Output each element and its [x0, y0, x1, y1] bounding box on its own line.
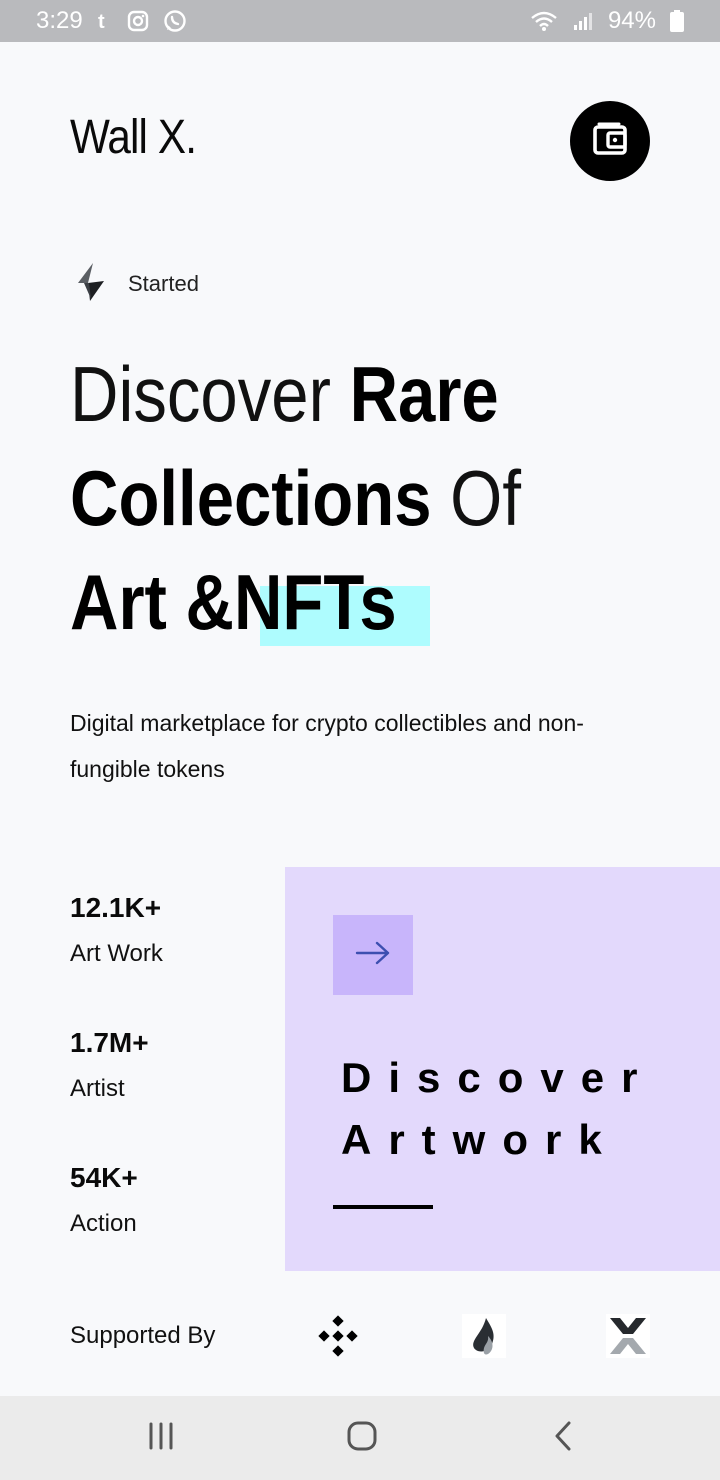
whatsapp-icon — [163, 9, 187, 33]
discover-title-line-1: Discover — [341, 1054, 655, 1101]
stat-artwork: 12.1K+ Art Work — [70, 890, 163, 972]
discover-title-line-2: Artwork — [341, 1116, 619, 1163]
status-time: 3:29 — [36, 7, 83, 34]
binance-icon[interactable] — [316, 1314, 360, 1358]
tumblr-icon: t — [97, 10, 113, 32]
x-exchange-icon[interactable] — [606, 1314, 650, 1358]
home-button[interactable] — [340, 1416, 384, 1460]
status-right: 94% — [530, 7, 684, 35]
stat-label: Artist — [70, 1075, 125, 1102]
recent-apps-button[interactable] — [139, 1416, 183, 1460]
back-button[interactable] — [542, 1416, 586, 1460]
wifi-icon — [530, 10, 558, 32]
started-label: Started — [128, 271, 199, 296]
logo: Wall X. — [70, 111, 197, 164]
discover-artwork-card[interactable]: Discover Artwork — [285, 867, 720, 1271]
stat-label: Action — [70, 1210, 137, 1237]
hero-description: Digital marketplace for crypto collectib… — [70, 710, 584, 782]
headline-line-2: Collections Of — [70, 446, 586, 550]
headline: Discover Rare Collections Of Art &NFTs — [70, 342, 586, 654]
discover-underline — [333, 1205, 433, 1209]
supported-by-label: Supported By — [70, 1322, 216, 1349]
battery-percent: 94% — [607, 7, 656, 34]
status-left: 3:29 t — [36, 7, 187, 35]
battery-icon — [670, 10, 684, 32]
recent-apps-icon — [146, 1421, 176, 1455]
home-icon — [346, 1420, 378, 1456]
system-nav-bar — [0, 1396, 720, 1480]
stat-value: 1.7M+ — [70, 1027, 149, 1058]
discover-title: Discover Artwork — [341, 1047, 654, 1171]
headline-word-discover: Discover — [70, 350, 350, 438]
stat-label: Art Work — [70, 940, 163, 967]
signal-icon — [572, 10, 594, 32]
back-icon — [549, 1420, 579, 1456]
headline-line-3: Art &NFTs — [70, 550, 586, 654]
headline-word-rare: Rare — [349, 350, 499, 438]
status-bar: 3:29 t 94% — [0, 0, 720, 42]
instagram-icon — [127, 10, 149, 32]
stat-value: 12.1K+ — [70, 892, 162, 923]
stat-action: 54K+ Action — [70, 1160, 138, 1242]
stat-artist: 1.7M+ Artist — [70, 1025, 149, 1107]
discover-arrow-button[interactable] — [333, 915, 413, 995]
stat-value: 54K+ — [70, 1162, 138, 1193]
headline-word-of: Of — [431, 454, 522, 542]
headline-word-art-nfts: Art &NFTs — [70, 558, 397, 646]
wallet-button[interactable] — [570, 101, 650, 181]
headline-line-1: Discover Rare — [70, 342, 586, 446]
huobi-icon[interactable] — [462, 1314, 506, 1358]
wallet-icon — [591, 120, 629, 162]
started-tag: Started — [76, 263, 199, 305]
headline-word-collections: Collections — [70, 454, 432, 542]
svg-text:t: t — [98, 11, 105, 32]
arrow-right-icon — [355, 939, 391, 971]
lightning-icon — [76, 263, 106, 305]
